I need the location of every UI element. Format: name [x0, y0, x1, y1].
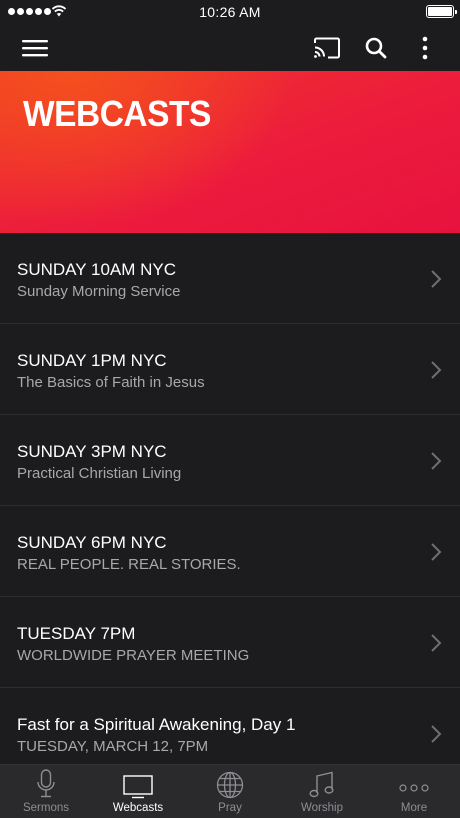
microphone-icon: [37, 769, 55, 798]
chevron-right-icon: [431, 270, 442, 288]
webcast-title: TUESDAY 7PM: [17, 624, 136, 643]
hamburger-menu-icon[interactable]: [20, 33, 50, 63]
search-icon[interactable]: [361, 33, 391, 63]
music-note-icon: [309, 771, 334, 798]
chevron-right-icon: [431, 634, 442, 652]
tab-label: Webcasts: [112, 802, 164, 814]
webcast-row[interactable]: SUNDAY 1PM NYC The Basics of Faith in Je…: [0, 324, 460, 415]
webcast-title: SUNDAY 1PM NYC: [17, 351, 167, 370]
webcast-title: SUNDAY 3PM NYC: [17, 442, 167, 461]
webcast-subtitle: TUESDAY, MARCH 12, 7PM: [17, 738, 209, 755]
more-options-icon[interactable]: [410, 33, 440, 63]
nav-bar: [0, 24, 460, 71]
tab-label: More: [400, 802, 428, 814]
webcast-row[interactable]: SUNDAY 6PM NYC REAL PEOPLE. REAL STORIES…: [0, 506, 460, 597]
webcast-subtitle: WORLDWIDE PRAYER MEETING: [17, 647, 250, 664]
webcast-title: SUNDAY 10AM NYC: [17, 260, 177, 279]
hero-banner: WEBCASTS: [0, 71, 460, 233]
tab-label: Sermons: [22, 802, 70, 814]
webcast-subtitle: The Basics of Faith in Jesus: [17, 374, 205, 391]
webcast-row[interactable]: TUESDAY 7PM WORLDWIDE PRAYER MEETING: [0, 597, 460, 688]
tab-webcasts[interactable]: Webcasts: [92, 765, 184, 818]
more-dots-icon: [399, 784, 429, 792]
tab-more[interactable]: More: [368, 765, 460, 818]
tab-bar: Sermons Webcasts Pray Worship More: [0, 764, 460, 818]
webcast-title: SUNDAY 6PM NYC: [17, 533, 167, 552]
chevron-right-icon: [431, 725, 442, 743]
chevron-right-icon: [431, 543, 442, 561]
tab-pray[interactable]: Pray: [184, 765, 276, 818]
tv-icon: [123, 775, 153, 799]
webcast-subtitle: Practical Christian Living: [17, 465, 182, 482]
chevron-right-icon: [431, 452, 442, 470]
webcast-subtitle: REAL PEOPLE. REAL STORIES.: [17, 556, 241, 573]
cast-icon[interactable]: [312, 33, 342, 63]
webcast-row[interactable]: SUNDAY 10AM NYC Sunday Morning Service: [0, 233, 460, 324]
status-bar: 10:26 AM: [0, 0, 460, 24]
tab-label: Pray: [218, 802, 242, 814]
webcast-title: Fast for a Spiritual Awakening, Day 1: [17, 715, 296, 734]
tab-worship[interactable]: Worship: [276, 765, 368, 818]
page-title: WEBCASTS: [23, 93, 211, 134]
globe-icon: [216, 771, 244, 799]
tab-sermons[interactable]: Sermons: [0, 765, 92, 818]
status-time: 10:26 AM: [199, 4, 261, 20]
webcast-row[interactable]: SUNDAY 3PM NYC Practical Christian Livin…: [0, 415, 460, 506]
webcast-list: SUNDAY 10AM NYC Sunday Morning Service S…: [0, 233, 460, 779]
chevron-right-icon: [431, 361, 442, 379]
tab-label: Worship: [301, 802, 343, 814]
battery-icon: [426, 5, 457, 18]
webcast-subtitle: Sunday Morning Service: [17, 283, 181, 300]
